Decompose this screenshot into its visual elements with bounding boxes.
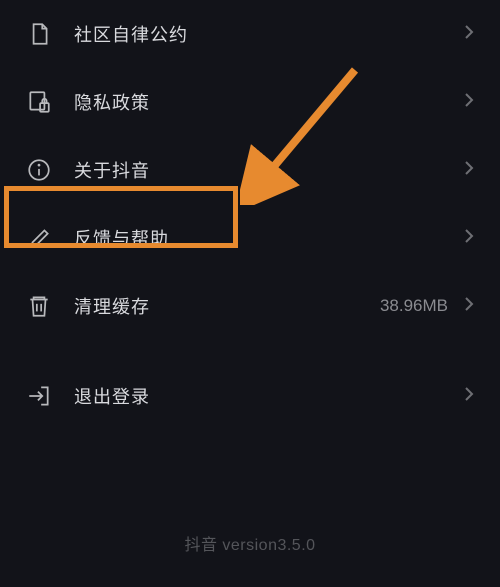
- chevron-right-icon: [464, 385, 474, 408]
- info-icon: [26, 157, 52, 183]
- settings-item-privacy-policy[interactable]: 隐私政策: [0, 68, 500, 136]
- chevron-right-icon: [464, 295, 474, 318]
- settings-item-community-rules[interactable]: 社区自律公约: [0, 0, 500, 68]
- chevron-right-icon: [464, 91, 474, 114]
- document-icon: [26, 21, 52, 47]
- chevron-right-icon: [464, 23, 474, 46]
- settings-item-clear-cache[interactable]: 清理缓存 38.96MB: [0, 272, 500, 340]
- app-version: 抖音 version3.5.0: [0, 531, 500, 555]
- chevron-right-icon: [464, 227, 474, 250]
- settings-item-about[interactable]: 关于抖音: [0, 136, 500, 204]
- settings-item-logout[interactable]: 退出登录: [0, 362, 500, 430]
- edit-icon: [26, 225, 52, 251]
- logout-icon: [26, 383, 52, 409]
- cache-size-value: 38.96MB: [380, 296, 448, 316]
- item-label: 反馈与帮助: [74, 225, 464, 251]
- item-label: 清理缓存: [74, 293, 380, 319]
- privacy-icon: [26, 89, 52, 115]
- item-label: 退出登录: [74, 383, 464, 409]
- settings-list: 社区自律公约 隐私政策 关于抖音 反馈与帮助: [0, 0, 500, 430]
- item-label: 社区自律公约: [74, 21, 464, 47]
- settings-item-feedback-help[interactable]: 反馈与帮助: [0, 204, 500, 272]
- chevron-right-icon: [464, 159, 474, 182]
- trash-icon: [26, 293, 52, 319]
- item-label: 隐私政策: [74, 89, 464, 115]
- item-label: 关于抖音: [74, 157, 464, 183]
